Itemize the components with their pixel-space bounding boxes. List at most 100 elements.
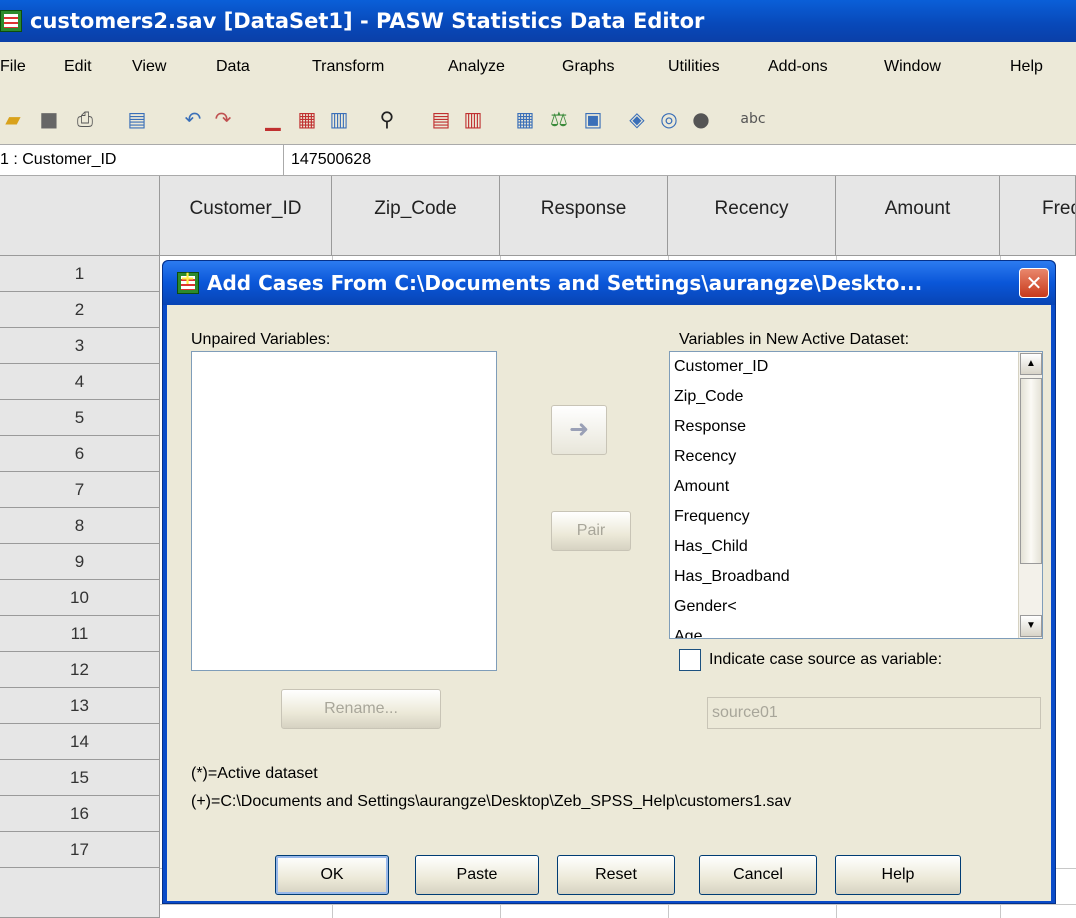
close-icon[interactable]: ✕ bbox=[1019, 268, 1049, 298]
variables-label: Variables in New Active Dataset: bbox=[679, 331, 910, 348]
row-header[interactable]: 1 bbox=[0, 256, 160, 292]
dialog-body: Unpaired Variables: ➜ Pair Variables in … bbox=[167, 305, 1051, 901]
paste-button[interactable]: Paste bbox=[415, 855, 539, 895]
list-item[interactable]: Has_Child bbox=[674, 538, 748, 556]
row-header[interactable]: 3 bbox=[0, 328, 160, 364]
source-variable-field[interactable]: source01 bbox=[707, 697, 1041, 729]
column-header[interactable]: Customer_ID bbox=[160, 176, 332, 256]
variables-icon[interactable]: ▥ bbox=[326, 106, 352, 132]
row-header[interactable]: 14 bbox=[0, 724, 160, 760]
save-icon[interactable]: ■ bbox=[36, 106, 62, 132]
row-header[interactable]: 10 bbox=[0, 580, 160, 616]
dialog-title: Add Cases From C:\Documents and Settings… bbox=[207, 271, 923, 295]
row-header[interactable]: 6 bbox=[0, 436, 160, 472]
grid-line bbox=[160, 904, 1076, 905]
indicate-source-checkbox[interactable] bbox=[679, 649, 701, 671]
pair-button[interactable]: Pair bbox=[551, 511, 631, 551]
row-header[interactable]: 9 bbox=[0, 544, 160, 580]
scroll-thumb[interactable] bbox=[1020, 378, 1042, 564]
menu-help[interactable]: Help bbox=[1010, 58, 1043, 76]
row-header[interactable]: 17 bbox=[0, 832, 160, 868]
goto-case-icon[interactable]: ▁ bbox=[260, 106, 286, 132]
menu-view[interactable]: View bbox=[132, 58, 166, 76]
list-item[interactable]: Has_Broadband bbox=[674, 568, 790, 586]
cell-name: 1 : Customer_ID bbox=[0, 151, 117, 168]
menu-transform[interactable]: Transform bbox=[312, 58, 384, 76]
list-item[interactable]: Amount bbox=[674, 478, 729, 496]
reset-button[interactable]: Reset bbox=[557, 855, 675, 895]
column-header[interactable]: Recency bbox=[668, 176, 836, 256]
list-item[interactable]: Customer_ID bbox=[674, 358, 768, 376]
data-editor-icon bbox=[0, 10, 22, 32]
row-header[interactable]: 12 bbox=[0, 652, 160, 688]
cell-ref-divider bbox=[283, 145, 284, 177]
rename-button[interactable]: Rename... bbox=[281, 689, 441, 729]
indicate-source-label[interactable]: Indicate case source as variable: bbox=[709, 651, 942, 669]
add-cases-dialog: Add Cases From C:\Documents and Settings… bbox=[162, 260, 1056, 904]
window-titlebar: customers2.sav [DataSet1] - PASW Statist… bbox=[0, 0, 1076, 42]
ok-button[interactable]: OK bbox=[275, 855, 389, 895]
cell-reference-bar: 1 : Customer_ID 147500628 bbox=[0, 144, 1076, 177]
find-icon[interactable]: ⚲ bbox=[374, 106, 400, 132]
row-header[interactable]: 8 bbox=[0, 508, 160, 544]
print-icon[interactable]: ⎙ bbox=[72, 106, 98, 132]
dialog-recall-icon[interactable]: ▤ bbox=[124, 106, 150, 132]
menu-addons[interactable]: Add-ons bbox=[768, 58, 828, 76]
menu-edit[interactable]: Edit bbox=[64, 58, 92, 76]
spell-check-icon[interactable]: abc bbox=[740, 106, 766, 132]
column-header[interactable]: Response bbox=[500, 176, 668, 256]
corner-header[interactable] bbox=[0, 176, 160, 256]
list-scrollbar[interactable]: ▲ ▼ bbox=[1018, 352, 1042, 638]
unpaired-variables-list[interactable] bbox=[191, 351, 497, 671]
goto-variable-icon[interactable]: ▦ bbox=[294, 106, 320, 132]
row-header[interactable]: 7 bbox=[0, 472, 160, 508]
row-header[interactable]: 4 bbox=[0, 364, 160, 400]
list-item[interactable]: Age bbox=[674, 628, 702, 638]
menu-file[interactable]: File bbox=[0, 58, 26, 76]
move-arrow-button[interactable]: ➜ bbox=[551, 405, 607, 455]
row-header[interactable]: 16 bbox=[0, 796, 160, 832]
undo-icon[interactable]: ↶ bbox=[180, 106, 206, 132]
weight-cases-icon[interactable]: ⚖ bbox=[546, 106, 572, 132]
add-cases-icon bbox=[177, 268, 199, 294]
help-button[interactable]: Help bbox=[835, 855, 961, 895]
list-item[interactable]: Response bbox=[674, 418, 746, 436]
row-header[interactable]: 11 bbox=[0, 616, 160, 652]
show-all-variables-icon[interactable]: ● bbox=[688, 106, 714, 132]
row-header[interactable]: 5 bbox=[0, 400, 160, 436]
open-icon[interactable]: ▰ bbox=[0, 106, 26, 132]
redo-icon[interactable]: ↷ bbox=[210, 106, 236, 132]
scroll-down-icon[interactable]: ▼ bbox=[1020, 615, 1042, 637]
select-cases-icon[interactable]: ▣ bbox=[580, 106, 606, 132]
toolbar: ▰ ■ ⎙ ▤ ↶ ↷ ▁ ▦ ▥ ⚲ ▤ ▥ ▦ ⚖ ▣ ◈ ◎ ● abc bbox=[0, 100, 1016, 142]
cancel-button[interactable]: Cancel bbox=[699, 855, 817, 895]
row-header[interactable]: 15 bbox=[0, 760, 160, 796]
column-header[interactable]: Zip_Code bbox=[332, 176, 500, 256]
use-sets-icon[interactable]: ◎ bbox=[656, 106, 682, 132]
column-header[interactable]: Freq bbox=[1000, 176, 1076, 256]
list-item[interactable]: Gender< bbox=[674, 598, 737, 616]
menu-window[interactable]: Window bbox=[884, 58, 941, 76]
cell-value-editor[interactable]: 147500628 bbox=[291, 151, 371, 169]
scroll-up-icon[interactable]: ▲ bbox=[1020, 353, 1042, 375]
menu-utilities[interactable]: Utilities bbox=[668, 58, 720, 76]
row-header-partial bbox=[0, 868, 160, 918]
list-item[interactable]: Zip_Code bbox=[674, 388, 743, 406]
menu-analyze[interactable]: Analyze bbox=[448, 58, 505, 76]
row-header[interactable]: 2 bbox=[0, 292, 160, 328]
insert-variable-icon[interactable]: ▥ bbox=[460, 106, 486, 132]
value-labels-icon[interactable]: ◈ bbox=[624, 106, 650, 132]
legend-plus-dataset: (+)=C:\Documents and Settings\aurangze\D… bbox=[191, 793, 792, 810]
unpaired-variables-label: Unpaired Variables: bbox=[191, 331, 331, 348]
dialog-titlebar[interactable]: Add Cases From C:\Documents and Settings… bbox=[163, 261, 1055, 305]
row-header[interactable]: 13 bbox=[0, 688, 160, 724]
list-item[interactable]: Frequency bbox=[674, 508, 750, 526]
column-header[interactable]: Amount bbox=[836, 176, 1000, 256]
menu-bar: File Edit View Data Transform Analyze Gr… bbox=[0, 50, 1076, 86]
list-item[interactable]: Recency bbox=[674, 448, 736, 466]
menu-data[interactable]: Data bbox=[216, 58, 250, 76]
split-file-icon[interactable]: ▦ bbox=[512, 106, 538, 132]
active-variables-list[interactable]: Customer_ID Zip_Code Response Recency Am… bbox=[669, 351, 1043, 639]
insert-cases-icon[interactable]: ▤ bbox=[428, 106, 454, 132]
menu-graphs[interactable]: Graphs bbox=[562, 58, 614, 76]
